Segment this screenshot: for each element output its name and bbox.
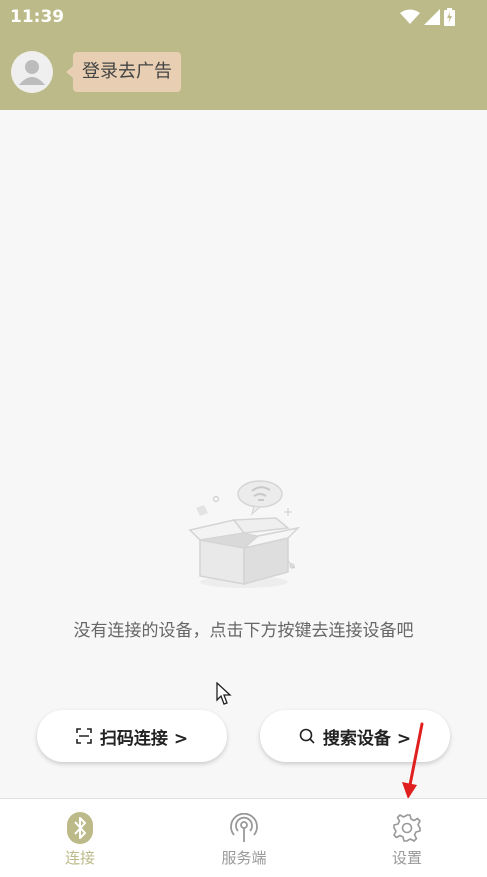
status-icons: [400, 8, 455, 26]
empty-state-message: 没有连接的设备，点击下方按键去连接设备吧: [73, 621, 414, 641]
tab-settings-label: 设置: [391, 849, 422, 867]
empty-box-illustration: [188, 480, 301, 588]
search-icon: [299, 728, 315, 744]
scan-connect-label: 扫码连接 >: [99, 728, 189, 749]
bottom-tab-bar: 连接 服务端 设置: [0, 798, 487, 877]
tab-connect-label: 连接: [64, 849, 95, 867]
login-remove-ads-bubble[interactable]: 登录去广告: [66, 52, 181, 92]
cellular-signal-icon: [424, 9, 440, 25]
bluetooth-icon: [67, 812, 93, 844]
status-bar: 11:39: [0, 0, 487, 36]
user-avatar[interactable]: [11, 51, 53, 93]
wifi-icon: [400, 9, 420, 24]
red-arrow-annotation: [402, 722, 424, 799]
header-bar: 11:39 登录去广告: [0, 0, 487, 110]
tab-settings[interactable]: 设置: [352, 799, 462, 877]
tab-server[interactable]: 服务端: [189, 799, 299, 877]
status-time: 11:39: [10, 7, 65, 27]
tab-connect[interactable]: 连接: [25, 799, 135, 877]
scan-icon: [76, 728, 92, 744]
battery-charging-icon: [444, 8, 455, 26]
gear-icon: [393, 814, 421, 842]
user-icon: [19, 60, 45, 85]
mouse-cursor-icon: [216, 682, 232, 705]
broadcast-icon: [230, 813, 258, 842]
tab-server-label: 服务端: [221, 849, 267, 867]
scan-connect-button[interactable]: 扫码连接 >: [37, 710, 227, 762]
